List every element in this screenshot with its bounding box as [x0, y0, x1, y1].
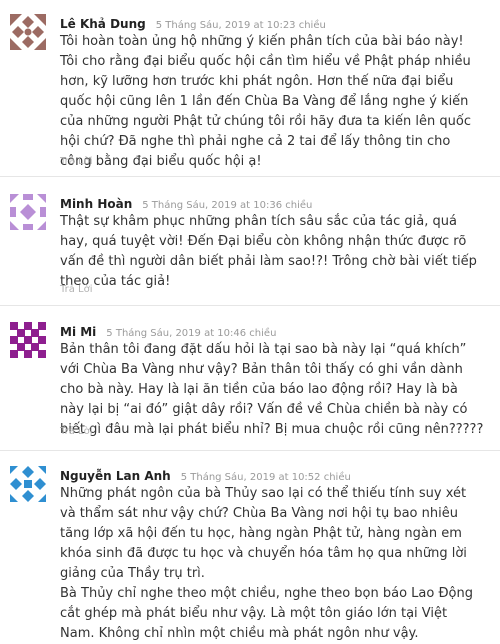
reply-link[interactable]: Trả Lời — [60, 426, 93, 437]
avatar[interactable] — [10, 14, 46, 50]
comment-divider — [0, 450, 500, 451]
comment-meta: Mi Mi 5 Tháng Sáu, 2019 at 10:46 chiều — [60, 321, 276, 340]
comment-author[interactable]: Nguyễn Lan Anh — [60, 469, 171, 483]
comment-date[interactable]: 5 Tháng Sáu, 2019 at 10:46 chiều — [106, 328, 276, 339]
comment-text: Thật sự khâm phục những phân tích sâu sắ… — [60, 212, 485, 292]
avatar[interactable] — [10, 194, 46, 230]
avatar[interactable] — [10, 466, 46, 502]
comment-divider — [0, 305, 500, 306]
comment-author[interactable]: Mi Mi — [60, 325, 96, 339]
comment-paragraph: Tôi hoàn toàn ủng hộ những ý kiến phân t… — [60, 34, 471, 169]
comment-author[interactable]: Lê Khả Dung — [60, 17, 146, 31]
reply-link[interactable]: Trả Lời — [60, 284, 93, 295]
comment-meta: Minh Hoàn 5 Tháng Sáu, 2019 at 10:36 chiề… — [60, 193, 312, 212]
comment-text: Bản thân tôi đang đặt dấu hỏi là tại sao… — [60, 340, 485, 440]
comment-date[interactable]: 5 Tháng Sáu, 2019 at 10:23 chiều — [156, 20, 326, 31]
comment-paragraph: Thật sự khâm phục những phân tích sâu sắ… — [60, 214, 477, 289]
avatar[interactable] — [10, 322, 46, 358]
comment-paragraph: Bản thân tôi đang đặt dấu hỏi là tại sao… — [60, 342, 484, 437]
comment-divider — [0, 176, 500, 177]
comment-paragraph: Bà Thủy chỉ nghe theo một chiều, nghe th… — [60, 586, 473, 641]
comment-meta: Lê Khả Dung 5 Tháng Sáu, 2019 at 10:23 ch… — [60, 13, 326, 32]
comment-date[interactable]: 5 Tháng Sáu, 2019 at 10:36 chiều — [142, 200, 312, 211]
comment-date[interactable]: 5 Tháng Sáu, 2019 at 10:52 chiều — [181, 472, 351, 483]
reply-link[interactable]: Trả Lời — [60, 156, 93, 167]
comment-list: Lê Khả Dung 5 Tháng Sáu, 2019 at 10:23 ch… — [0, 0, 500, 641]
comment-paragraph: Những phát ngôn của bà Thủy sao lại có t… — [60, 486, 467, 581]
comment-text: Những phát ngôn của bà Thủy sao lại có t… — [60, 484, 485, 644]
comment-meta: Nguyễn Lan Anh 5 Tháng Sáu, 2019 at 10:52… — [60, 465, 351, 484]
comment-text: Tôi hoàn toàn ủng hộ những ý kiến phân t… — [60, 32, 485, 172]
comment-author[interactable]: Minh Hoàn — [60, 197, 132, 211]
